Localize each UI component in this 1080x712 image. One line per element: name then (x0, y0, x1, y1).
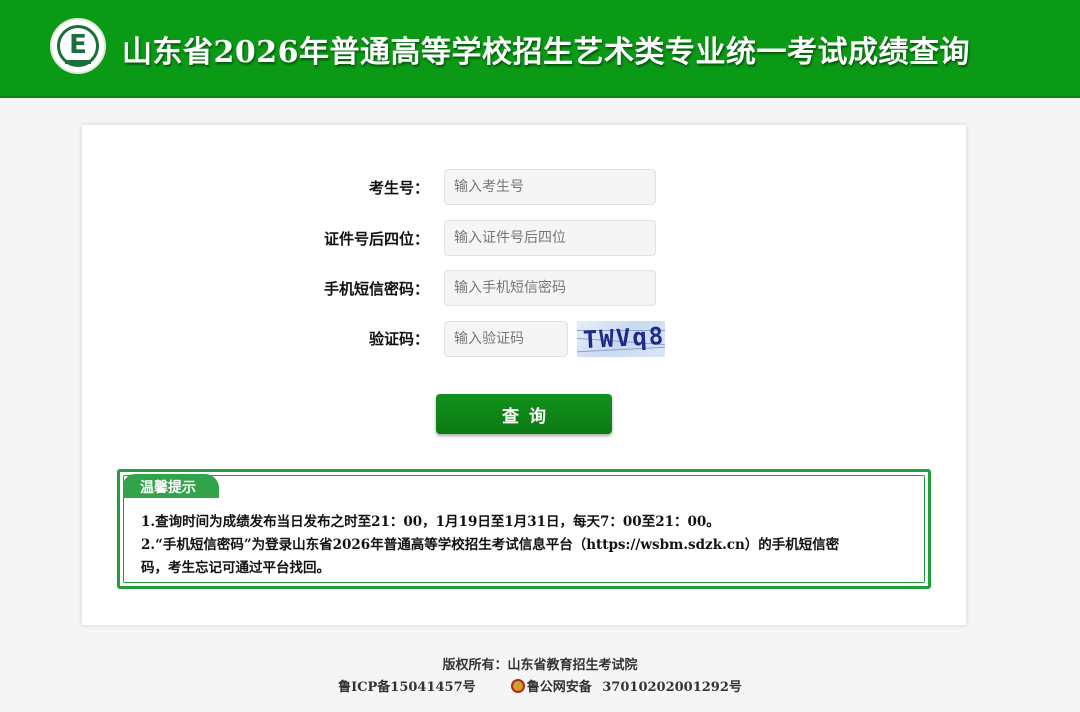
footer-registration: 鲁ICP备15041457号 鲁公网安备 37010202001292号 (0, 676, 1080, 695)
page-title: 山东省2026年普通高等学校招生艺术类专业统一考试成绩查询 (122, 35, 970, 70)
sms-password-input[interactable] (444, 270, 656, 306)
site-header: E 山东省2026年普通高等学校招生艺术类专业统一考试成绩查询 (0, 0, 1080, 98)
query-panel: 考生号： 证件号后四位： 手机短信密码： 验证码： TWVq8 查询 温馨提示 … (82, 125, 966, 625)
captcha-label: 验证码： (368, 330, 429, 348)
captcha-input[interactable] (444, 321, 568, 357)
id-last-four-input[interactable] (444, 220, 656, 256)
police-label[interactable]: 鲁公网安备 (527, 680, 592, 695)
captcha-text: TWVq8 (582, 321, 665, 355)
query-button[interactable]: 查询 (436, 394, 612, 434)
captcha-image[interactable]: TWVq8 (577, 321, 665, 357)
notice-line-3: 码，考生忘记可通过平台找回。 (141, 560, 330, 576)
police-badge-icon (510, 679, 525, 693)
icp-link[interactable]: 鲁ICP备15041457号 (338, 680, 476, 695)
notice-title: 温馨提示 (123, 474, 219, 498)
police-number[interactable]: 37010202001292号 (602, 680, 742, 695)
notice-box: 温馨提示 1.查询时间为成绩发布当日发布之时至21：00，1月19日至1月31日… (117, 469, 931, 589)
sms-password-label: 手机短信密码： (323, 280, 429, 298)
notice-line-2: 2.“手机短信密码”为登录山东省2026年普通高等学校招生考试信息平台（http… (141, 537, 840, 553)
exam-authority-logo-icon: E (50, 18, 106, 74)
id-last-four-label: 证件号后四位： (323, 230, 429, 248)
candidate-number-label: 考生号： (368, 179, 429, 197)
candidate-number-input[interactable] (444, 169, 656, 205)
notice-line-1: 1.查询时间为成绩发布当日发布之时至21：00，1月19日至1月31日，每天7：… (141, 514, 720, 530)
copyright-text: 版权所有：山东省教育招生考试院 (442, 658, 638, 673)
